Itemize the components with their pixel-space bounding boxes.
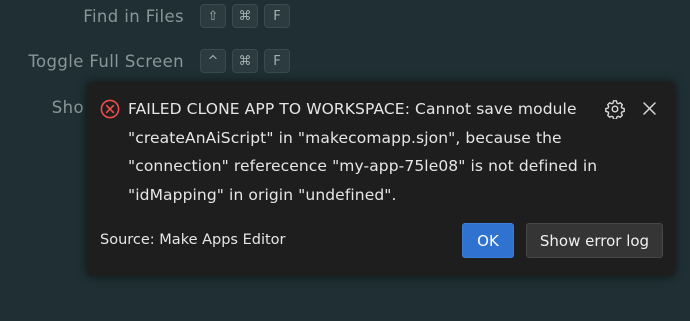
- shortcut-row-partial: Sho: [0, 93, 84, 121]
- ok-button[interactable]: OK: [462, 223, 514, 258]
- control-key: ^: [200, 49, 226, 73]
- gear-icon[interactable]: [605, 99, 625, 119]
- shortcut-keys: ^ ⌘ F: [200, 49, 290, 73]
- command-key: ⌘: [232, 49, 258, 73]
- shortcut-row-find-in-files: Find in Files ⇧ ⌘ F: [0, 2, 290, 30]
- f-key: F: [264, 4, 290, 28]
- shortcut-keys: ⇧ ⌘ F: [200, 4, 290, 28]
- show-error-log-button[interactable]: Show error log: [526, 223, 663, 258]
- shortcut-label: Toggle Full Screen: [28, 51, 184, 71]
- shortcut-label: Sho: [51, 97, 84, 117]
- command-key: ⌘: [232, 4, 258, 28]
- shortcut-label: Find in Files: [83, 6, 184, 26]
- shift-key: ⇧: [200, 4, 226, 28]
- notification-source: Source: Make Apps Editor: [100, 232, 286, 248]
- error-notification: FAILED CLONE APP TO WORKSPACE: Cannot sa…: [87, 82, 675, 276]
- close-icon[interactable]: [641, 100, 658, 117]
- error-icon: [100, 99, 120, 119]
- f-key: F: [264, 49, 290, 73]
- notification-message: FAILED CLONE APP TO WORKSPACE: Cannot sa…: [128, 100, 598, 204]
- shortcut-row-toggle-full-screen: Toggle Full Screen ^ ⌘ F: [0, 47, 290, 75]
